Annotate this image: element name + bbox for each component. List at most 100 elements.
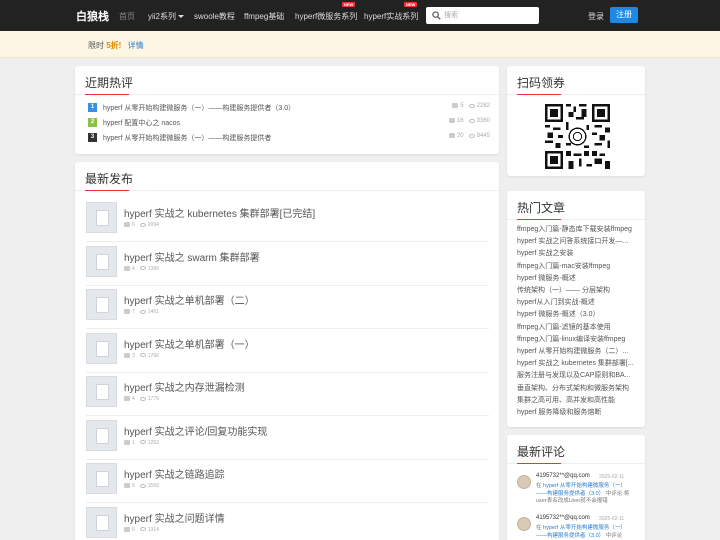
post-thumbnail[interactable] <box>86 245 117 277</box>
post-thumbnail[interactable] <box>86 289 117 320</box>
view-count: 1389 <box>147 265 159 272</box>
hot-list-item[interactable]: 3 hyperf 从零开始构建微服务（一）——构建服务提供者 20 8445 <box>88 132 490 144</box>
article-link[interactable]: hyperf 服务降级和服务熔断 <box>517 407 635 417</box>
eye-icon <box>139 396 146 401</box>
post-thumbnail[interactable] <box>86 419 117 451</box>
article-link[interactable]: hyperf 实战之问答系统接口开发—... <box>517 236 635 246</box>
post-thumbnail[interactable] <box>86 376 117 407</box>
hot-list-item[interactable]: 2 hyperf 配置中心之 nacos 16 3360 <box>88 117 490 129</box>
comment-icon <box>124 483 130 489</box>
post-item[interactable]: hyperf 实战之 kubernetes 集群部署[已完结] 6 2094 <box>86 199 489 242</box>
article-link[interactable]: ffmpeg入门篇-mac安装ffmpeg <box>517 261 635 271</box>
hot-item-title[interactable]: hyperf 配置中心之 nacos <box>103 118 180 128</box>
eye-icon <box>139 353 146 358</box>
post-title[interactable]: hyperf 实战之单机部署（二） <box>124 292 255 307</box>
nav-hyperf-microservice[interactable]: hyperf微服务系列 <box>295 11 357 22</box>
promo-text: 限时 5折! 详情 <box>88 40 144 51</box>
view-count: 1766 <box>147 352 159 359</box>
rank-badge: 2 <box>88 118 97 127</box>
post-thumbnail[interactable] <box>86 202 117 233</box>
eye-icon <box>468 133 475 138</box>
hot-item-title[interactable]: hyperf 从零开始构建微服务（一）——构建服务提供者（3.0） <box>103 103 295 113</box>
post-item[interactable]: hyperf 实战之链路追踪 9 1569 <box>86 460 489 503</box>
post-item[interactable]: hyperf 实战之 swarm 集群部署 4 1389 <box>86 243 489 286</box>
site-brand[interactable]: 白狼栈 <box>76 8 109 24</box>
post-thumbnail[interactable] <box>86 506 117 538</box>
promo-bar: 限时 5折! 详情 <box>0 31 720 58</box>
post-thumbnail[interactable] <box>86 332 117 364</box>
article-link[interactable]: hyperf从入门到实战-概述 <box>517 297 635 307</box>
post-title[interactable]: hyperf 实战之链路追踪 <box>124 466 225 481</box>
article-link[interactable]: hyperf 实战之 kubernetes 集群部署[... <box>517 358 635 368</box>
post-title[interactable]: hyperf 实战之单机部署（一） <box>124 336 255 351</box>
article-link[interactable]: hyperf 实战之安装 <box>517 248 635 258</box>
comment-count: 4 <box>132 396 135 402</box>
post-item[interactable]: hyperf 实战之内存泄漏检测 4 1779 <box>86 373 489 416</box>
nav-home[interactable]: 首页 <box>119 11 135 22</box>
post-title[interactable]: hyperf 实战之问题详情 <box>124 510 225 525</box>
eye-icon <box>139 266 146 271</box>
article-link[interactable]: ffmpeg入门篇-静态库下载安装ffmpeg <box>517 224 635 234</box>
avatar[interactable] <box>517 517 531 531</box>
article-link[interactable]: 服务注册与发现以及CAP原则和BA... <box>517 370 635 380</box>
post-meta: 4 1779 <box>124 396 159 402</box>
hot-item-title[interactable]: hyperf 从零开始构建微服务（一）——构建服务提供者 <box>103 133 271 143</box>
comment-icon <box>124 352 130 358</box>
comment-user[interactable]: 4195732**@qq.com <box>536 473 590 479</box>
post-thumbnail[interactable] <box>86 463 117 494</box>
post-item[interactable]: hyperf 实战之单机部署（二） 7 1461 <box>86 286 489 329</box>
comment-icon <box>124 309 130 315</box>
eye-icon <box>139 222 146 227</box>
post-title[interactable]: hyperf 实战之内存泄漏检测 <box>124 379 245 394</box>
post-item[interactable]: hyperf 实战之单机部署（一） 3 1766 <box>86 330 489 373</box>
latest-posts-panel: 最新发布 hyperf 实战之 kubernetes 集群部署[已完结] 6 209… <box>75 162 499 540</box>
post-item[interactable]: hyperf 实战之问题详情 5 1314 <box>86 504 489 540</box>
hot-item-meta: 5 2282 <box>452 103 490 109</box>
article-link[interactable]: 集群之高可用、高并发和高性能 <box>517 395 635 405</box>
register-button[interactable]: 注册 <box>610 7 638 23</box>
post-meta: 7 1461 <box>124 309 159 315</box>
nav-swoole[interactable]: swoole教程 <box>194 11 235 22</box>
article-link[interactable]: 传统架构（一）—— 分层架构 <box>517 285 635 295</box>
post-item[interactable]: hyperf 实战之评论/回复功能实现 1 1252 <box>86 417 489 460</box>
post-title[interactable]: hyperf 实战之评论/回复功能实现 <box>124 423 267 438</box>
article-link[interactable]: ffmpeg入门篇-linux编译安装ffmpeg <box>517 334 635 344</box>
promo-details-link[interactable]: 详情 <box>128 41 144 50</box>
promo-discount: 5折! <box>106 41 122 50</box>
panel-title: 热门文章 <box>517 201 566 215</box>
post-title[interactable]: hyperf 实战之 kubernetes 集群部署[已完结] <box>124 205 315 220</box>
login-link[interactable]: 登录 <box>588 11 604 22</box>
article-link[interactable]: hyperf 从零开始构建微服务（二）... <box>517 346 635 356</box>
nav-yii2-series[interactable]: yii2系列 <box>148 11 185 22</box>
article-link[interactable]: 垂直架构、分布式架构和微服务架构 <box>517 383 635 393</box>
comment-icon <box>124 222 130 228</box>
post-meta: 3 1766 <box>124 353 159 359</box>
comment-date: 2025-02-11 <box>599 474 625 480</box>
view-count: 1569 <box>147 483 159 489</box>
comment-suffix: 中评论 <box>605 490 623 497</box>
qr-coupon-panel: 扫码领券 <box>507 66 645 176</box>
comment-item: 4195732**@qq.com 2025-02-11 在 hyperf 从零开… <box>517 473 635 513</box>
nav-ffmpeg[interactable]: ffmpeg基础 <box>244 11 284 22</box>
eye-icon <box>468 118 475 123</box>
comment-icon <box>124 439 130 445</box>
comment-icon <box>448 118 455 123</box>
rank-badge: 3 <box>88 133 97 142</box>
panel-title: 最新评论 <box>517 445 566 459</box>
search-input[interactable] <box>444 9 534 22</box>
article-link[interactable]: hyperf 微服务-概述 <box>517 273 635 283</box>
qr-code-image <box>545 104 610 169</box>
comment-suffix: 中评论 <box>605 532 623 539</box>
hot-list-item[interactable]: 1 hyperf 从零开始构建微服务（一）——构建服务提供者（3.0） 5 228… <box>88 102 490 114</box>
comment-user[interactable]: 4195732**@qq.com <box>536 515 590 521</box>
nav-hyperf-practice[interactable]: hyperf实战系列 <box>364 11 418 22</box>
post-title[interactable]: hyperf 实战之 swarm 集群部署 <box>124 249 260 264</box>
comment-count: 3 <box>132 352 135 359</box>
title-underline <box>517 463 561 464</box>
comment-count: 20 <box>456 133 464 140</box>
article-link[interactable]: hyperf 微服务-概述（3.0） <box>517 309 635 319</box>
comment-count: 7 <box>132 309 135 315</box>
avatar[interactable] <box>517 475 531 489</box>
article-link[interactable]: ffmpeg入门篇-滤镜的基本使用 <box>517 322 635 332</box>
comment-icon <box>124 396 130 402</box>
